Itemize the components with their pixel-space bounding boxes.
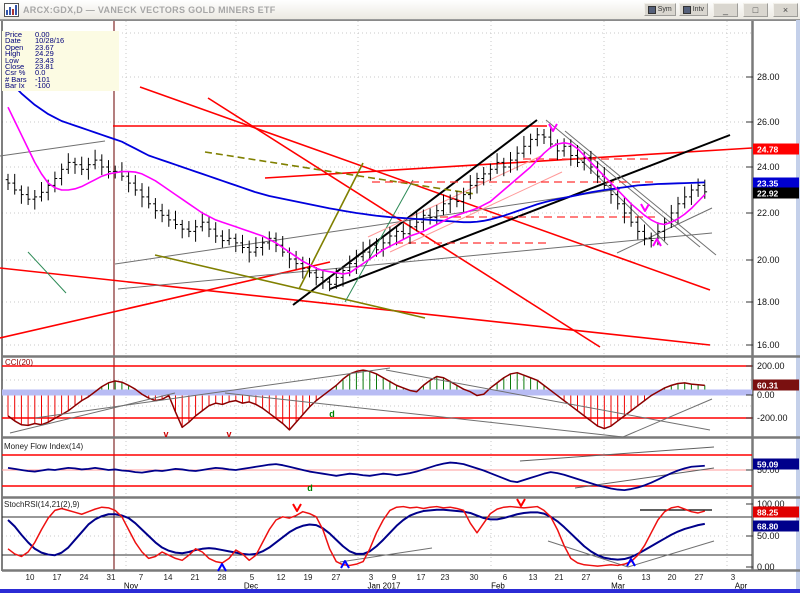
app-icon [4, 3, 19, 17]
svg-text:Jan 2017: Jan 2017 [368, 582, 401, 591]
price-bars [6, 128, 707, 291]
svg-text:17: 17 [417, 573, 426, 582]
svg-text:27: 27 [332, 573, 341, 582]
svg-text:30: 30 [470, 573, 479, 582]
svg-text:v: v [226, 429, 231, 439]
chart-window: d d v v 28.00 26.00 24.00 22.00 20.00 18.00 16.00 2… [0, 0, 800, 593]
sym-button[interactable]: Sym [644, 3, 676, 16]
svg-text:20.00: 20.00 [757, 255, 780, 265]
x-axis: 1017243171421285121927391723306132127613… [26, 573, 748, 591]
svg-text:0.00: 0.00 [757, 562, 775, 572]
svg-text:59.09: 59.09 [757, 460, 779, 470]
svg-text:-200.00: -200.00 [757, 413, 788, 423]
svg-text:12: 12 [277, 573, 286, 582]
intv-button[interactable]: Intv [679, 3, 708, 16]
svg-text:21: 21 [191, 573, 200, 582]
svg-text:27: 27 [695, 573, 704, 582]
mfi-panel-label: Money Flow Index(14) [4, 442, 83, 451]
cursor-info-box: Price0.00Date10/28/16Open23.67High24.29L… [2, 31, 119, 91]
cci-histogram [8, 370, 705, 430]
svg-text:Dec: Dec [244, 582, 258, 591]
svg-text:18.00: 18.00 [757, 297, 780, 307]
svg-text:d: d [307, 483, 313, 493]
svg-text:200.00: 200.00 [757, 361, 785, 371]
stochrsi-level-line [628, 541, 714, 567]
svg-text:Apr: Apr [735, 582, 748, 591]
window-title: ARCX:GDX,D — VANECK VECTORS GOLD MINERS … [23, 5, 644, 15]
svg-text:d: d [329, 409, 335, 419]
svg-text:28: 28 [218, 573, 227, 582]
info-row: Bar Ix-100 [5, 83, 119, 89]
svg-text:23: 23 [441, 573, 450, 582]
svg-text:0.00: 0.00 [757, 390, 775, 400]
svg-text:7: 7 [139, 573, 144, 582]
svg-text:22.92: 22.92 [757, 189, 779, 199]
svg-text:60.31: 60.31 [757, 381, 779, 391]
intv-button-label: Intv [693, 5, 704, 14]
svg-text:31: 31 [107, 573, 116, 582]
svg-text:10: 10 [26, 573, 35, 582]
mfi-level-line [520, 447, 714, 461]
svg-text:23.35: 23.35 [757, 179, 779, 189]
svg-text:17: 17 [53, 573, 62, 582]
svg-text:22.00: 22.00 [757, 208, 780, 218]
chart-canvas[interactable]: d d v v 28.00 26.00 24.00 22.00 20.00 18.00 16.00 2… [0, 0, 800, 593]
svg-text:13: 13 [529, 573, 538, 582]
close-button[interactable]: × [773, 3, 798, 17]
svg-text:14: 14 [164, 573, 173, 582]
stochrsi-level-line [548, 541, 628, 567]
panel-borders [0, 21, 800, 572]
svg-text:24: 24 [80, 573, 89, 582]
cci-zero-band [2, 390, 752, 396]
svg-text:21: 21 [555, 573, 564, 582]
restore-button[interactable]: □ [743, 3, 768, 17]
stochrsi-panel-label: StochRSI(14,21(2),9) [4, 500, 80, 509]
svg-text:Mar: Mar [611, 582, 625, 591]
svg-text:68.80: 68.80 [757, 522, 779, 532]
main-trendlines [0, 87, 752, 347]
svg-text:19: 19 [304, 573, 313, 582]
cci-panel-label: CCI(20) [5, 358, 33, 367]
titlebar-buttons: Sym Intv _ □ × [644, 3, 798, 17]
svg-text:v: v [163, 429, 168, 439]
svg-text:26.00: 26.00 [757, 117, 780, 127]
svg-text:88.25: 88.25 [757, 508, 779, 518]
svg-text:27: 27 [582, 573, 591, 582]
sym-button-label: Sym [658, 5, 672, 14]
sym-icon [648, 6, 656, 14]
svg-text:Nov: Nov [124, 582, 138, 591]
svg-text:13: 13 [642, 573, 651, 582]
svg-text:50.00: 50.00 [757, 531, 780, 541]
svg-text:24.00: 24.00 [757, 162, 780, 172]
svg-text:24.78: 24.78 [757, 145, 779, 155]
svg-text:16.00: 16.00 [757, 340, 780, 350]
svg-text:Feb: Feb [491, 582, 505, 591]
svg-text:20: 20 [668, 573, 677, 582]
svg-text:28.00: 28.00 [757, 72, 780, 82]
cci-trendline [386, 370, 710, 430]
ma-slow-line [8, 80, 705, 223]
intv-icon [683, 6, 691, 14]
title-bar[interactable]: ARCX:GDX,D — VANECK VECTORS GOLD MINERS … [0, 0, 800, 20]
minimize-button[interactable]: _ [713, 3, 738, 17]
